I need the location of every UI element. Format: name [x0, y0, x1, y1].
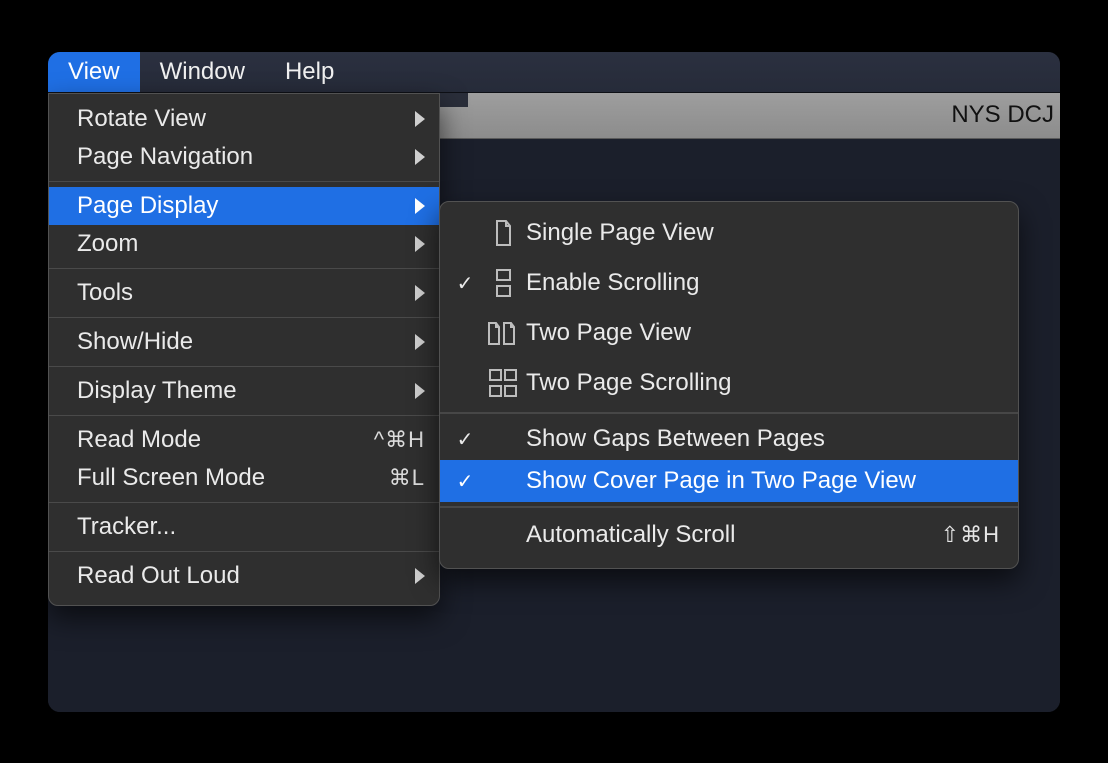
menu-item-label: Page Navigation [77, 143, 253, 171]
document-title: NYS DCJ [951, 101, 1054, 129]
menu-item-label: Read Mode [77, 426, 201, 454]
submenu-arrow-icon [415, 383, 425, 399]
submenu-arrow-icon [415, 236, 425, 252]
document-titlebar: NYS DCJ [438, 93, 1060, 139]
menu-separator [49, 366, 439, 367]
enable-scrolling-icon [480, 268, 526, 298]
submenu-arrow-icon [415, 568, 425, 584]
menu-item-show-hide[interactable]: Show/Hide [49, 323, 439, 361]
menu-item-label: Page Display [77, 192, 218, 220]
submenu-shortcut: ⇧⌘H [941, 522, 1000, 548]
menu-item-label: Zoom [77, 230, 138, 258]
submenu-item-label: Two Page Scrolling [526, 369, 731, 397]
menu-shortcut: ⌘L [389, 465, 425, 491]
checkmark-icon: ✓ [450, 427, 480, 452]
submenu-arrow-icon [415, 334, 425, 350]
menu-separator [49, 502, 439, 503]
app-window: NYS DCJ View Window Help Rotate View Pag… [48, 52, 1060, 712]
submenu-arrow-icon [415, 111, 425, 127]
menu-help[interactable]: Help [265, 52, 354, 92]
submenu-item-show-gaps[interactable]: ✓ Show Gaps Between Pages [440, 418, 1018, 460]
menu-item-label: Tools [77, 279, 133, 307]
menu-separator [49, 268, 439, 269]
menu-item-read-mode[interactable]: Read Mode ^⌘H [49, 421, 439, 459]
menu-separator [49, 551, 439, 552]
submenu-item-two-page-view[interactable]: Two Page View [440, 308, 1018, 358]
menu-item-tracker[interactable]: Tracker... [49, 508, 439, 546]
submenu-arrow-icon [415, 198, 425, 214]
menu-item-label: Rotate View [77, 105, 206, 133]
submenu-item-label: Two Page View [526, 319, 691, 347]
menu-window[interactable]: Window [140, 52, 265, 92]
single-page-icon [480, 218, 526, 248]
submenu-item-label: Automatically Scroll [526, 521, 735, 549]
submenu-item-enable-scrolling[interactable]: ✓ Enable Scrolling [440, 258, 1018, 308]
menu-item-tools[interactable]: Tools [49, 274, 439, 312]
menu-separator [49, 181, 439, 182]
submenu-item-label: Show Cover Page in Two Page View [526, 467, 916, 495]
menubar: View Window Help [48, 52, 1060, 93]
menu-shortcut: ^⌘H [374, 427, 425, 453]
submenu-separator [440, 412, 1018, 414]
checkmark-icon: ✓ [450, 469, 480, 494]
menu-view[interactable]: View [48, 52, 140, 92]
two-page-icon [480, 318, 526, 348]
submenu-item-two-page-scrolling[interactable]: Two Page Scrolling [440, 358, 1018, 408]
menu-item-rotate-view[interactable]: Rotate View [49, 100, 439, 138]
menu-item-label: Tracker... [77, 513, 176, 541]
submenu-item-single-page-view[interactable]: Single Page View [440, 208, 1018, 258]
submenu-item-label: Single Page View [526, 219, 714, 247]
menu-item-display-theme[interactable]: Display Theme [49, 372, 439, 410]
submenu-arrow-icon [415, 149, 425, 165]
submenu-item-show-cover[interactable]: ✓ Show Cover Page in Two Page View [440, 460, 1018, 502]
submenu-arrow-icon [415, 285, 425, 301]
menu-item-label: Show/Hide [77, 328, 193, 356]
submenu-separator [440, 506, 1018, 508]
menu-item-label: Read Out Loud [77, 562, 240, 590]
checkmark-icon: ✓ [450, 271, 480, 296]
menu-item-full-screen-mode[interactable]: Full Screen Mode ⌘L [49, 459, 439, 497]
submenu-item-label: Show Gaps Between Pages [526, 425, 825, 453]
submenu-item-label: Enable Scrolling [526, 269, 699, 297]
view-menu-panel: Rotate View Page Navigation Page Display… [48, 93, 440, 606]
menu-item-zoom[interactable]: Zoom [49, 225, 439, 263]
submenu-item-auto-scroll[interactable]: Automatically Scroll ⇧⌘H [440, 512, 1018, 558]
menu-item-label: Full Screen Mode [77, 464, 265, 492]
two-page-scrolling-icon [480, 368, 526, 398]
menu-item-read-out-loud[interactable]: Read Out Loud [49, 557, 439, 595]
menu-item-page-display[interactable]: Page Display [49, 187, 439, 225]
menu-item-label: Display Theme [77, 377, 237, 405]
menu-item-page-navigation[interactable]: Page Navigation [49, 138, 439, 176]
menu-separator [49, 415, 439, 416]
menu-separator [49, 317, 439, 318]
page-display-submenu-panel: Single Page View ✓ Enable Scrolling Two … [439, 201, 1019, 569]
